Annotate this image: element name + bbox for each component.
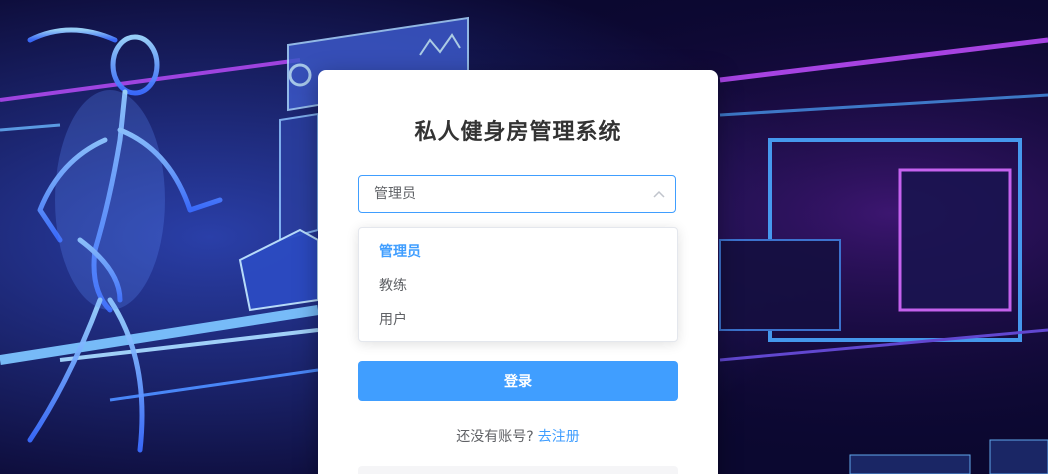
role-select-value: 管理员 <box>374 186 416 202</box>
register-link[interactable]: 去注册 <box>538 429 580 445</box>
bottom-panel <box>358 466 678 474</box>
login-page: 私人健身房管理系统 管理员 管理员 教练 用户 登录 还没有账号? 去注册 <box>0 0 1048 474</box>
chevron-up-icon <box>653 190 665 198</box>
role-select[interactable]: 管理员 <box>358 175 676 213</box>
role-option-user[interactable]: 用户 <box>359 303 677 337</box>
role-option-coach[interactable]: 教练 <box>359 269 677 303</box>
login-button[interactable]: 登录 <box>358 361 678 401</box>
register-row: 还没有账号? 去注册 <box>318 426 718 446</box>
login-card: 私人健身房管理系统 管理员 管理员 教练 用户 登录 还没有账号? 去注册 <box>318 70 718 474</box>
register-prompt: 还没有账号? <box>456 429 534 445</box>
role-dropdown-menu: 管理员 教练 用户 <box>358 227 678 342</box>
role-option-admin[interactable]: 管理员 <box>359 235 677 269</box>
page-title: 私人健身房管理系统 <box>414 120 622 145</box>
